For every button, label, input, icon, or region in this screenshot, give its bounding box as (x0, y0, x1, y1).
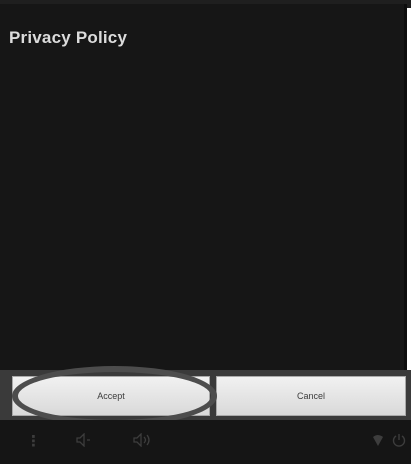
volume-down-icon[interactable] (76, 432, 92, 450)
wifi-icon (372, 433, 384, 450)
power-icon[interactable] (392, 433, 406, 450)
menu-icon[interactable]: ⋮ (26, 434, 41, 449)
privacy-policy-dialog: Privacy Policy (0, 4, 407, 370)
accept-button[interactable]: Accept (12, 376, 210, 416)
system-nav-bar: ⋮ (0, 420, 411, 464)
screen: Privacy Policy Accept Cancel ⋮ (0, 0, 411, 464)
cancel-button[interactable]: Cancel (216, 376, 406, 416)
dialog-title: Privacy Policy (9, 28, 128, 47)
dialog-button-bar: Accept Cancel (0, 370, 411, 420)
volume-up-icon[interactable] (133, 432, 153, 450)
